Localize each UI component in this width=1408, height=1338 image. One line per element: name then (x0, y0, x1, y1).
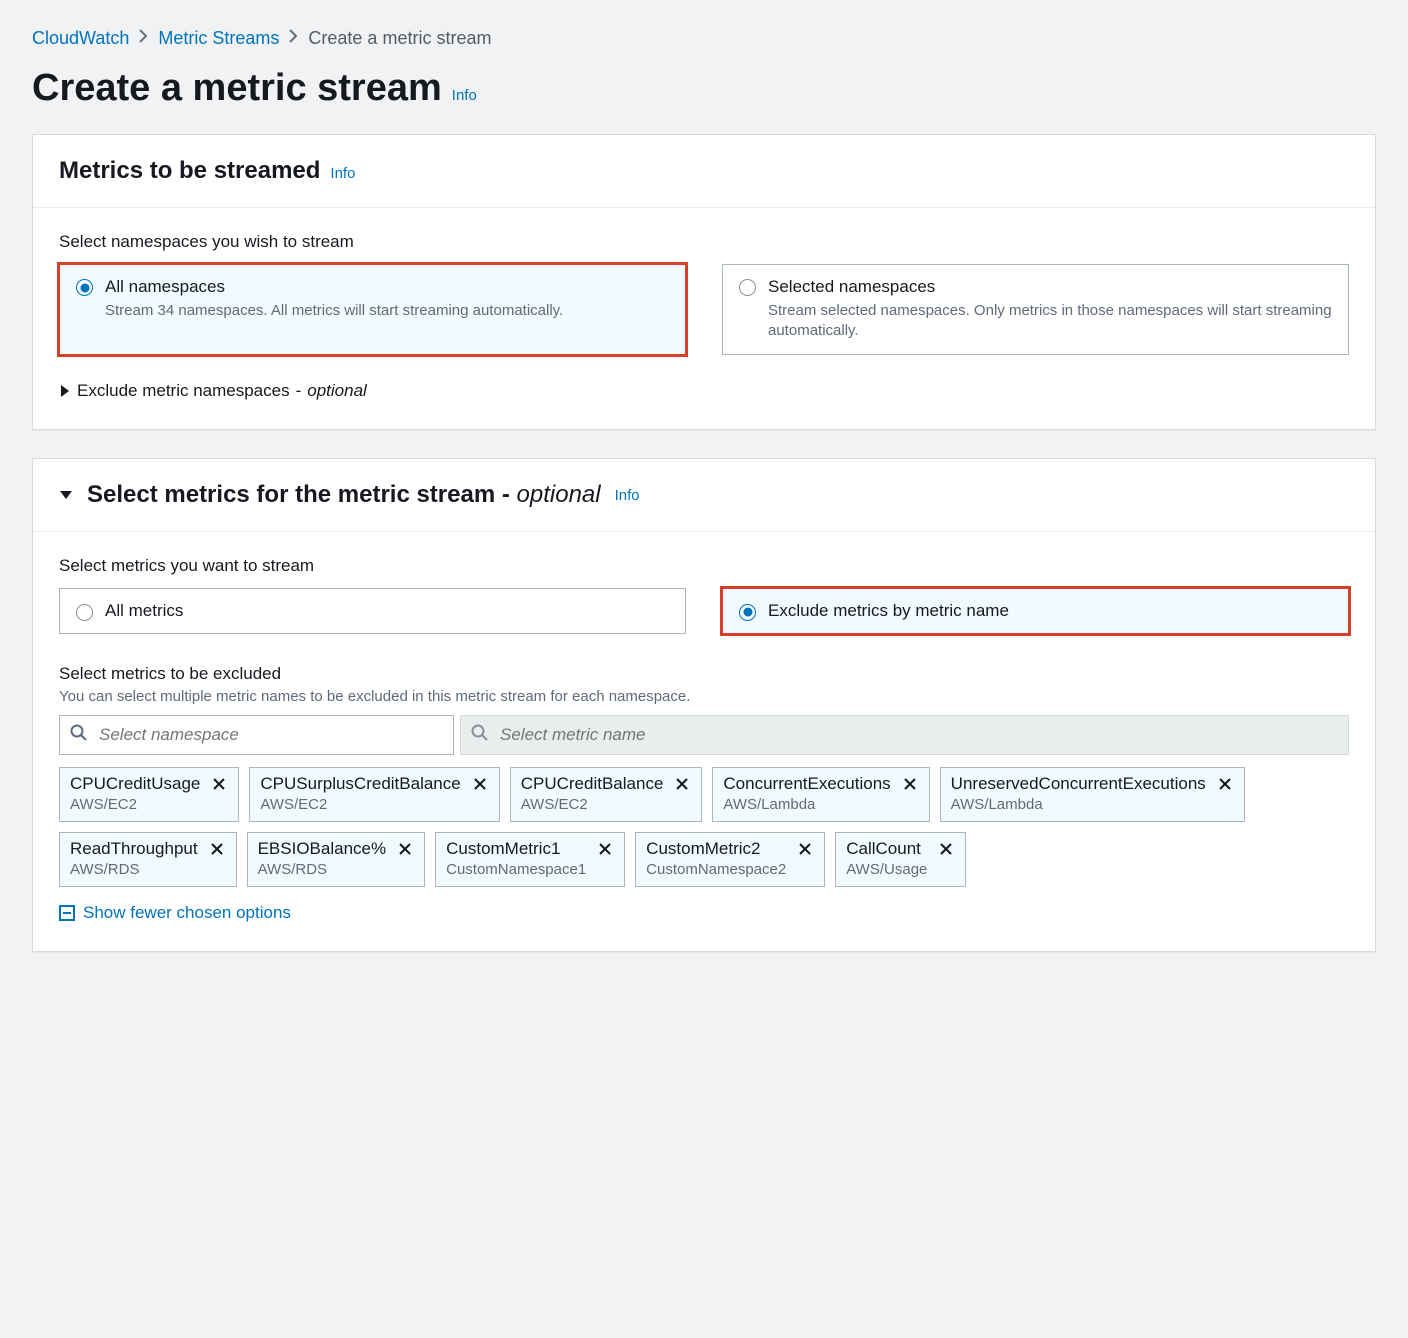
panel-info-link[interactable]: Info (615, 487, 640, 504)
close-icon[interactable] (208, 840, 226, 860)
metric-chip: CustomMetric2 CustomNamespace2 (635, 832, 825, 887)
caret-right-icon (59, 384, 71, 398)
page-info-link[interactable]: Info (452, 87, 477, 104)
panel-header: Metrics to be streamed Info (33, 135, 1375, 208)
chip-metric-name: CPUCreditUsage (70, 774, 200, 794)
chip-metric-name: CPUCreditBalance (521, 774, 664, 794)
panel-body: Select metrics you want to stream All me… (33, 532, 1375, 951)
namespace-radio-group: All namespaces Stream 34 namespaces. All… (59, 264, 1349, 355)
show-fewer-link[interactable]: Show fewer chosen options (59, 903, 291, 923)
select-namespaces-label: Select namespaces you wish to stream (59, 232, 1349, 252)
chip-namespace: AWS/EC2 (260, 796, 460, 813)
metric-chip: CustomMetric1 CustomNamespace1 (435, 832, 625, 887)
panel-info-link[interactable]: Info (330, 165, 355, 182)
close-icon[interactable] (937, 840, 955, 860)
exclude-title: Select metrics to be excluded (59, 664, 1349, 684)
chip-metric-name: ReadThroughput (70, 839, 198, 859)
metric-chip: CPUCreditUsage AWS/EC2 (59, 767, 239, 822)
panel-metrics-to-stream: Metrics to be streamed Info Select names… (32, 134, 1376, 430)
metric-chip: CPUSurplusCreditBalance AWS/EC2 (249, 767, 499, 822)
radio-dot-icon (739, 279, 756, 296)
namespace-search-input[interactable] (97, 724, 443, 746)
metric-chip: UnreservedConcurrentExecutions AWS/Lambda (940, 767, 1245, 822)
panel-header: Select metrics for the metric stream - o… (33, 459, 1375, 532)
panel-title: Select metrics for the metric stream - o… (87, 481, 601, 509)
panel-title: Metrics to be streamed (59, 157, 320, 185)
close-icon[interactable] (396, 840, 414, 860)
select-metrics-label: Select metrics you want to stream (59, 556, 1349, 576)
metric-chip: ReadThroughput AWS/RDS (59, 832, 237, 887)
radio-all-metrics-label: All metrics (105, 601, 183, 621)
radio-selected-desc: Stream selected namespaces. Only metrics… (768, 301, 1332, 340)
radio-exclude-metrics-label: Exclude metrics by metric name (768, 601, 1009, 621)
exclude-metrics-section: Select metrics to be excluded You can se… (59, 664, 1349, 923)
show-fewer-label: Show fewer chosen options (83, 903, 291, 923)
radio-selected-title: Selected namespaces (768, 277, 1332, 297)
search-icon (471, 724, 488, 746)
chip-namespace: AWS/RDS (258, 861, 387, 878)
chip-namespace: AWS/Lambda (723, 796, 890, 813)
radio-dot-icon (739, 604, 756, 621)
chip-metric-name: CallCount (846, 839, 927, 859)
radio-all-desc: Stream 34 namespaces. All metrics will s… (105, 301, 563, 321)
radio-dot-icon (76, 604, 93, 621)
metric-chip: CPUCreditBalance AWS/EC2 (510, 767, 703, 822)
metric-chip: EBSIOBalance% AWS/RDS (247, 832, 426, 887)
close-icon[interactable] (901, 775, 919, 795)
breadcrumb: CloudWatch Metric Streams Create a metri… (32, 28, 1376, 49)
collapse-icon (59, 905, 75, 921)
chip-namespace: AWS/EC2 (521, 796, 664, 813)
caret-down-icon[interactable] (59, 489, 73, 501)
panel-body: Select namespaces you wish to stream All… (33, 208, 1375, 429)
exclude-namespaces-label: Exclude metric namespaces (77, 381, 290, 401)
panel-select-metrics: Select metrics for the metric stream - o… (32, 458, 1376, 952)
optional-label: optional (517, 481, 601, 508)
close-icon[interactable] (210, 775, 228, 795)
close-icon[interactable] (596, 840, 614, 860)
breadcrumb-metric-streams[interactable]: Metric Streams (158, 28, 279, 49)
chip-namespace: AWS/Lambda (951, 796, 1206, 813)
radio-exclude-metrics[interactable]: Exclude metrics by metric name (722, 588, 1349, 634)
chip-namespace: CustomNamespace2 (646, 861, 786, 878)
close-icon[interactable] (1216, 775, 1234, 795)
optional-label: optional (307, 381, 367, 401)
radio-all-metrics[interactable]: All metrics (59, 588, 686, 634)
search-icon (70, 724, 87, 746)
chevron-right-icon (289, 29, 298, 48)
close-icon[interactable] (796, 840, 814, 860)
chip-namespace: AWS/RDS (70, 861, 198, 878)
chip-namespace: AWS/Usage (846, 861, 927, 878)
search-row (59, 715, 1349, 755)
exclude-desc: You can select multiple metric names to … (59, 688, 1349, 705)
metrics-radio-group: All metrics Exclude metrics by metric na… (59, 588, 1349, 634)
close-icon[interactable] (471, 775, 489, 795)
metric-chip: CallCount AWS/Usage (835, 832, 966, 887)
radio-all-namespaces[interactable]: All namespaces Stream 34 namespaces. All… (59, 264, 686, 355)
close-icon[interactable] (673, 775, 691, 795)
page-title: Create a metric stream Info (32, 67, 1376, 110)
radio-dot-icon (76, 279, 93, 296)
exclude-namespaces-toggle[interactable]: Exclude metric namespaces - optional (59, 381, 1349, 401)
metric-name-search[interactable] (460, 715, 1349, 755)
metric-chip: ConcurrentExecutions AWS/Lambda (712, 767, 929, 822)
breadcrumb-current: Create a metric stream (308, 28, 491, 49)
excluded-metric-chips: CPUCreditUsageAWS/EC2CPUSurplusCreditBal… (59, 767, 1349, 887)
radio-all-title: All namespaces (105, 277, 563, 297)
chip-namespace: CustomNamespace1 (446, 861, 586, 878)
chevron-right-icon (139, 29, 148, 48)
chip-metric-name: CPUSurplusCreditBalance (260, 774, 460, 794)
chip-metric-name: CustomMetric1 (446, 839, 586, 859)
chip-metric-name: UnreservedConcurrentExecutions (951, 774, 1206, 794)
radio-selected-namespaces[interactable]: Selected namespaces Stream selected name… (722, 264, 1349, 355)
chip-namespace: AWS/EC2 (70, 796, 200, 813)
breadcrumb-cloudwatch[interactable]: CloudWatch (32, 28, 129, 49)
page-title-text: Create a metric stream (32, 67, 442, 110)
chip-metric-name: CustomMetric2 (646, 839, 786, 859)
chip-metric-name: ConcurrentExecutions (723, 774, 890, 794)
namespace-search[interactable] (59, 715, 454, 755)
chip-metric-name: EBSIOBalance% (258, 839, 387, 859)
metric-name-search-input[interactable] (498, 724, 1338, 746)
